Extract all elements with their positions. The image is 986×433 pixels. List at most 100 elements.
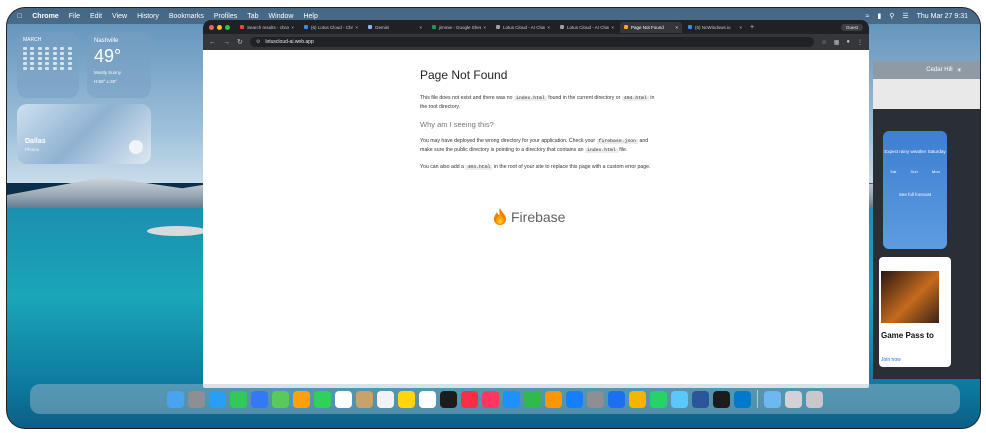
- weather-widget[interactable]: Nashville 49° Mostly Sunny H:60° L:40°: [87, 32, 151, 98]
- tab-close-icon[interactable]: ×: [353, 25, 358, 30]
- background-browser-window[interactable]: Cedar Hill ☀ Expect rainy weather Saturd…: [873, 61, 980, 379]
- dock-app-store-icon[interactable]: [566, 390, 583, 408]
- more-menu-icon[interactable]: ⋮: [857, 39, 863, 46]
- menu-file[interactable]: File: [69, 13, 80, 20]
- dock-trash-icon[interactable]: [806, 390, 823, 408]
- dock-vscode-icon[interactable]: [734, 390, 751, 408]
- dock-preview-icon[interactable]: [764, 390, 781, 408]
- tab-favicon-icon: [368, 25, 372, 29]
- full-forecast-link[interactable]: See full forecast: [883, 192, 947, 197]
- menu-profiles[interactable]: Profiles: [214, 13, 237, 20]
- text-run: You can also add a: [420, 164, 464, 170]
- weather-card-days: Sat Sun Mon: [883, 169, 947, 174]
- tab-close-icon[interactable]: ×: [737, 25, 742, 30]
- menu-bookmarks[interactable]: Bookmarks: [169, 13, 204, 20]
- menu-view[interactable]: View: [112, 13, 127, 20]
- day-label: Mon: [932, 169, 940, 174]
- dock-maps-icon[interactable]: [272, 390, 289, 408]
- dock-word-icon[interactable]: [692, 390, 709, 408]
- dock-facetime-icon[interactable]: [314, 390, 331, 408]
- wifi-icon[interactable]: ≈: [866, 13, 870, 20]
- dock: [30, 384, 960, 414]
- tab-close-icon[interactable]: ×: [673, 25, 678, 30]
- dock-notes-icon[interactable]: [398, 390, 415, 408]
- dock-calendar-icon[interactable]: [335, 390, 352, 408]
- dock-mail-icon[interactable]: [251, 390, 268, 408]
- weather-highlow: H:60° L:40°: [94, 79, 118, 84]
- weather-card[interactable]: Expect rainy weather Saturday Sat Sun Mo…: [883, 131, 947, 249]
- menu-edit[interactable]: Edit: [90, 13, 102, 20]
- profile-icon[interactable]: ●: [846, 39, 850, 45]
- new-tab-button[interactable]: +: [750, 24, 754, 31]
- menu-clock[interactable]: Thu Mar 27 9:31: [917, 13, 968, 20]
- control-center-icon[interactable]: ☰: [902, 12, 908, 20]
- tab-bar: Search results - chrome×(6) Lotus Cloud …: [203, 20, 869, 34]
- dock-whatsapp-icon[interactable]: [650, 390, 667, 408]
- reload-icon[interactable]: ↻: [237, 38, 243, 46]
- browser-tab[interactable]: Page Not Found ×: [620, 21, 682, 33]
- dock-pages-icon[interactable]: [545, 390, 562, 408]
- dock-settings-icon[interactable]: [587, 390, 604, 408]
- dock-contacts-icon[interactable]: [356, 390, 373, 408]
- dock-numbers-icon[interactable]: [524, 390, 541, 408]
- bookmark-star-icon[interactable]: ☆: [821, 39, 826, 46]
- dock-safari-icon[interactable]: [209, 390, 226, 408]
- dock-photos-icon[interactable]: [293, 390, 310, 408]
- tab-close-icon[interactable]: ×: [417, 25, 422, 30]
- tab-close-icon[interactable]: ×: [545, 25, 550, 30]
- browser-tab[interactable]: Lotus Cloud - AI Chat ×: [492, 22, 554, 33]
- menu-history[interactable]: History: [137, 13, 159, 20]
- zoom-window-button[interactable]: [225, 24, 230, 30]
- dock-xcode-icon[interactable]: [608, 390, 625, 408]
- dock-downloads-icon[interactable]: [785, 390, 802, 408]
- dock-chrome-icon[interactable]: [629, 390, 646, 408]
- promo-link[interactable]: Join now: [881, 357, 901, 363]
- search-icon[interactable]: ⚲: [889, 12, 894, 20]
- browser-tab[interactable]: (6) NoWindows.io ×: [684, 22, 746, 33]
- dock-messages-icon[interactable]: [230, 390, 247, 408]
- apple-icon[interactable]: : [17, 13, 22, 20]
- tab-close-icon[interactable]: ×: [481, 25, 486, 30]
- dock-launchpad-icon[interactable]: [188, 390, 205, 408]
- site-info-icon[interactable]: ⚙: [256, 39, 260, 45]
- dock-keynote-icon[interactable]: [503, 390, 520, 408]
- extensions-icon[interactable]: ▦: [834, 39, 840, 46]
- menu-help[interactable]: Help: [303, 13, 317, 20]
- dock-freeform-icon[interactable]: [419, 390, 436, 408]
- dock-icloud-icon[interactable]: [671, 390, 688, 408]
- firebase-logo: Firebase: [493, 208, 565, 226]
- browser-tab[interactable]: jimmie - Google Sheets ×: [428, 22, 490, 33]
- calendar-widget[interactable]: MARCH: [17, 32, 79, 98]
- menu-window[interactable]: Window: [269, 13, 294, 20]
- close-window-button[interactable]: [209, 24, 214, 30]
- code-index-html: index.html: [514, 96, 547, 101]
- photos-widget[interactable]: Dallas Photos: [17, 104, 151, 164]
- dock-music-icon[interactable]: [461, 390, 478, 408]
- browser-tab[interactable]: (6) Lotus Cloud - Chrome×: [300, 22, 362, 33]
- browser-tab[interactable]: Gemini ×: [364, 22, 426, 33]
- browser-tab[interactable]: Lotus Cloud - AI Chat ×: [556, 22, 618, 33]
- dock-terminal-icon[interactable]: [713, 390, 730, 408]
- menu-tab[interactable]: Tab: [247, 13, 258, 20]
- text-run: in the root of your site to replace this…: [493, 164, 651, 170]
- dock-news-icon[interactable]: [482, 390, 499, 408]
- browser-tab[interactable]: Search results - chrome×: [236, 22, 298, 33]
- dock-reminders-icon[interactable]: [377, 390, 394, 408]
- section-heading: Why am I seeing this?: [420, 120, 494, 129]
- promo-card[interactable]: Game Pass to Join now: [879, 257, 951, 367]
- battery-icon[interactable]: ▮: [877, 12, 881, 20]
- tab-close-icon[interactable]: ×: [609, 25, 614, 30]
- dock-tv-icon[interactable]: [440, 390, 457, 408]
- firebase-wordmark: Firebase: [511, 209, 566, 225]
- guest-profile-button[interactable]: Guest: [840, 23, 863, 31]
- tab-favicon-icon: [304, 25, 308, 29]
- back-icon[interactable]: ←: [209, 39, 216, 46]
- text-run: file.: [619, 147, 628, 153]
- browser-toolbar: ← → ↻ ⚙ lotuscloud-ai.web.app ☆ ▦ ● ⋮: [203, 34, 869, 50]
- forward-icon[interactable]: →: [223, 39, 230, 46]
- address-bar[interactable]: ⚙ lotuscloud-ai.web.app: [249, 37, 815, 47]
- tab-close-icon[interactable]: ×: [289, 25, 294, 30]
- minimize-window-button[interactable]: [217, 24, 222, 30]
- dock-finder-icon[interactable]: [167, 390, 184, 408]
- menu-chrome[interactable]: Chrome: [32, 13, 58, 20]
